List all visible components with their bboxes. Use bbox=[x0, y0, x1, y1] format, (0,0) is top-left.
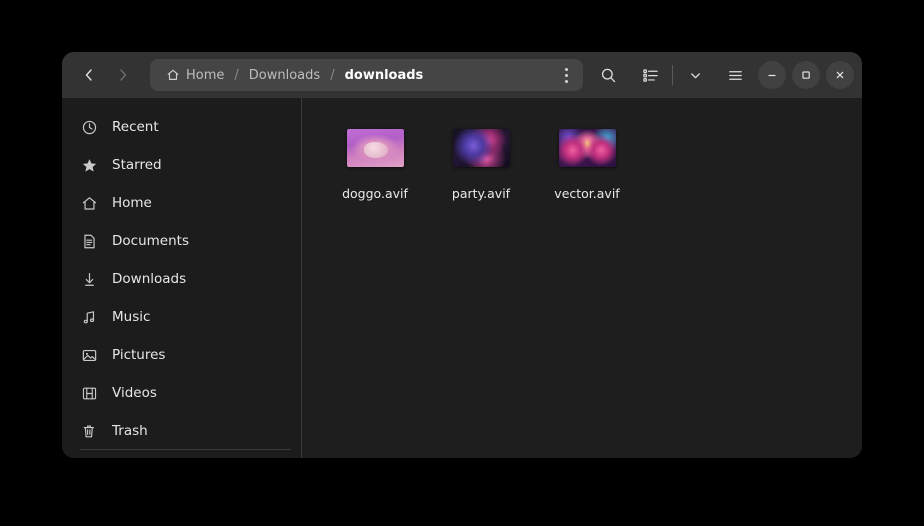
sidebar-item-home[interactable]: Home bbox=[62, 184, 301, 222]
file-item[interactable]: doggo.avif bbox=[322, 116, 428, 207]
maximize-icon bbox=[800, 69, 812, 81]
sidebar-item-starred[interactable]: Starred bbox=[62, 146, 301, 184]
sidebar-item-label: Downloads bbox=[112, 271, 186, 287]
file-name-label: party.avif bbox=[452, 186, 510, 201]
clock-icon bbox=[80, 118, 98, 136]
view-options-dropdown[interactable] bbox=[678, 58, 712, 92]
home-icon bbox=[166, 68, 180, 82]
window-body: Recent Starred Home bbox=[62, 98, 862, 458]
breadcrumb-item-current[interactable]: downloads bbox=[341, 66, 428, 85]
document-icon bbox=[80, 232, 98, 250]
file-item[interactable]: vector.avif bbox=[534, 116, 640, 207]
search-icon bbox=[600, 67, 617, 84]
sidebar-item-music[interactable]: Music bbox=[62, 298, 301, 336]
breadcrumb-path-bar[interactable]: Home / Downloads / downloads bbox=[150, 59, 583, 91]
sidebar-item-label: Music bbox=[112, 309, 150, 325]
three-dots-vertical-icon[interactable] bbox=[553, 62, 579, 88]
thumbnail-wrapper bbox=[428, 122, 534, 174]
thumbnail-wrapper bbox=[322, 122, 428, 174]
chevron-left-icon bbox=[81, 67, 97, 83]
sidebar-divider bbox=[80, 449, 291, 450]
sidebar-item-videos[interactable]: Videos bbox=[62, 374, 301, 412]
file-item[interactable]: party.avif bbox=[428, 116, 534, 207]
hamburger-menu-icon bbox=[727, 67, 744, 84]
toolbar-separator bbox=[672, 65, 673, 85]
file-grid: doggo.avif party.avif vector.avif bbox=[322, 116, 842, 207]
breadcrumb-item-downloads[interactable]: Downloads bbox=[245, 66, 324, 85]
sidebar: Recent Starred Home bbox=[62, 98, 302, 458]
window-header: Home / Downloads / downloads bbox=[62, 52, 862, 98]
file-name-label: vector.avif bbox=[554, 186, 619, 201]
sidebar-item-trash[interactable]: Trash bbox=[62, 412, 301, 450]
main-menu-button[interactable] bbox=[718, 58, 752, 92]
sidebar-item-documents[interactable]: Documents bbox=[62, 222, 301, 260]
sidebar-item-downloads[interactable]: Downloads bbox=[62, 260, 301, 298]
sidebar-item-label: Home bbox=[112, 195, 152, 211]
sidebar-item-label: Documents bbox=[112, 233, 189, 249]
file-manager-window: Home / Downloads / downloads bbox=[62, 52, 862, 458]
file-name-label: doggo.avif bbox=[342, 186, 408, 201]
minimize-icon bbox=[766, 69, 778, 81]
sidebar-item-label: Starred bbox=[112, 157, 162, 173]
trash-icon bbox=[80, 422, 98, 440]
chevron-down-icon bbox=[688, 68, 703, 83]
breadcrumb-item-home[interactable]: Home bbox=[162, 66, 228, 85]
sidebar-item-recent[interactable]: Recent bbox=[62, 108, 301, 146]
view-mode-button[interactable] bbox=[633, 58, 667, 92]
maximize-button[interactable] bbox=[792, 61, 820, 89]
minimize-button[interactable] bbox=[758, 61, 786, 89]
star-icon bbox=[80, 156, 98, 174]
home-icon bbox=[80, 194, 98, 212]
sidebar-item-pictures[interactable]: Pictures bbox=[62, 336, 301, 374]
thumbnail-wrapper bbox=[534, 122, 640, 174]
sidebar-item-label: Videos bbox=[112, 385, 157, 401]
breadcrumb-label: downloads bbox=[345, 68, 424, 83]
image-icon bbox=[80, 346, 98, 364]
chevron-right-icon bbox=[115, 67, 131, 83]
sidebar-item-label: Trash bbox=[112, 423, 148, 439]
search-button[interactable] bbox=[591, 58, 625, 92]
file-thumbnail bbox=[559, 129, 616, 167]
music-note-icon bbox=[80, 308, 98, 326]
breadcrumb-label: Home bbox=[186, 68, 224, 83]
list-view-icon bbox=[642, 67, 659, 84]
back-button[interactable] bbox=[72, 58, 106, 92]
file-thumbnail bbox=[347, 129, 404, 167]
sidebar-item-label: Recent bbox=[112, 119, 159, 135]
breadcrumb-label: Downloads bbox=[249, 68, 320, 83]
breadcrumb-separator: / bbox=[325, 68, 339, 83]
breadcrumb: Home / Downloads / downloads bbox=[162, 66, 553, 85]
close-icon bbox=[834, 69, 846, 81]
film-icon bbox=[80, 384, 98, 402]
file-thumbnail bbox=[453, 129, 510, 167]
file-list-area[interactable]: doggo.avif party.avif vector.avif bbox=[302, 98, 862, 458]
breadcrumb-separator: / bbox=[229, 68, 243, 83]
forward-button[interactable] bbox=[106, 58, 140, 92]
sidebar-item-label: Pictures bbox=[112, 347, 165, 363]
download-arrow-icon bbox=[80, 270, 98, 288]
close-button[interactable] bbox=[826, 61, 854, 89]
